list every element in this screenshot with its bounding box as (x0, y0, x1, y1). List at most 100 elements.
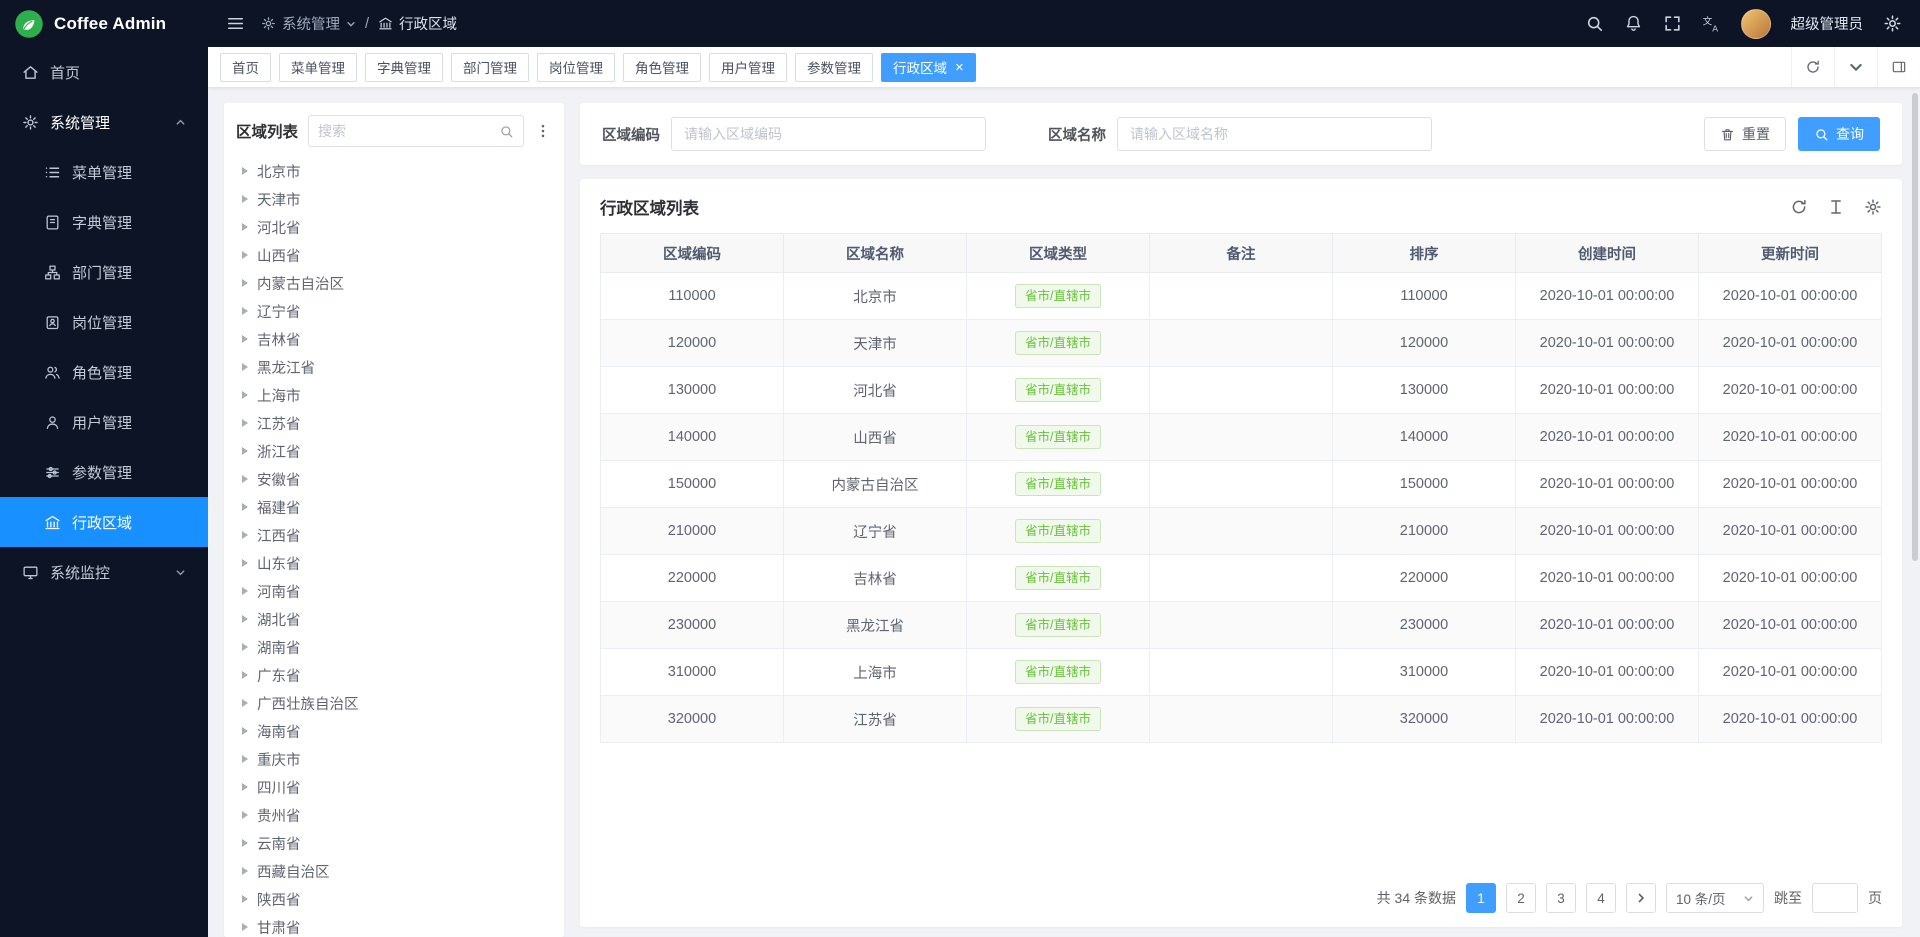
caret-right-icon[interactable] (242, 587, 248, 595)
tab-dept-mgmt[interactable]: 部门管理 (451, 53, 529, 82)
tree-node[interactable]: 河南省 (236, 577, 552, 605)
region-name-input[interactable] (1117, 117, 1432, 151)
tree-node[interactable]: 西藏自治区 (236, 857, 552, 885)
caret-right-icon[interactable] (242, 671, 248, 679)
page-scrollbar[interactable] (1910, 87, 1920, 937)
sidebar-group-system[interactable]: 系统管理 (0, 97, 208, 147)
content-fullscreen-button[interactable] (1877, 47, 1920, 87)
caret-right-icon[interactable] (242, 923, 248, 931)
refresh-icon[interactable] (1790, 198, 1808, 216)
caret-right-icon[interactable] (242, 475, 248, 483)
tree-node[interactable]: 广西壮族自治区 (236, 689, 552, 717)
translate-icon[interactable]: 文A (1702, 14, 1721, 33)
caret-right-icon[interactable] (242, 167, 248, 175)
tree-node[interactable]: 湖北省 (236, 605, 552, 633)
caret-right-icon[interactable] (242, 839, 248, 847)
tree-node[interactable]: 贵州省 (236, 801, 552, 829)
next-page-button[interactable] (1626, 883, 1656, 913)
gear-icon[interactable] (1883, 14, 1902, 33)
sidebar-item-post-mgmt[interactable]: 岗位管理 (0, 297, 208, 347)
tree-node[interactable]: 天津市 (236, 185, 552, 213)
tree-node[interactable]: 甘肃省 (236, 913, 552, 937)
caret-right-icon[interactable] (242, 643, 248, 651)
tree-node[interactable]: 山东省 (236, 549, 552, 577)
tree-node[interactable]: 四川省 (236, 773, 552, 801)
tree-node[interactable]: 安徽省 (236, 465, 552, 493)
bell-icon[interactable] (1624, 14, 1643, 33)
tree-node[interactable]: 江西省 (236, 521, 552, 549)
caret-right-icon[interactable] (242, 755, 248, 763)
tab-menu-mgmt[interactable]: 菜单管理 (279, 53, 357, 82)
tree-node[interactable]: 山西省 (236, 241, 552, 269)
tree-node[interactable]: 辽宁省 (236, 297, 552, 325)
tree-node[interactable]: 河北省 (236, 213, 552, 241)
tree-node[interactable]: 黑龙江省 (236, 353, 552, 381)
sidebar-item-dict-mgmt[interactable]: 字典管理 (0, 197, 208, 247)
page-button-4[interactable]: 4 (1586, 883, 1616, 913)
caret-right-icon[interactable] (242, 811, 248, 819)
caret-right-icon[interactable] (242, 447, 248, 455)
close-icon[interactable]: × (955, 60, 964, 75)
tab-role-mgmt[interactable]: 角色管理 (623, 53, 701, 82)
caret-right-icon[interactable] (242, 223, 248, 231)
tab-home[interactable]: 首页 (220, 53, 271, 82)
page-button-2[interactable]: 2 (1506, 883, 1536, 913)
caret-right-icon[interactable] (242, 699, 248, 707)
caret-right-icon[interactable] (242, 363, 248, 371)
page-button-3[interactable]: 3 (1546, 883, 1576, 913)
tree-node[interactable]: 江苏省 (236, 409, 552, 437)
tree-search-input[interactable] (318, 123, 493, 139)
caret-right-icon[interactable] (242, 895, 248, 903)
sidebar-item-dept-mgmt[interactable]: 部门管理 (0, 247, 208, 297)
reset-button[interactable]: 重置 (1704, 117, 1786, 151)
sidebar-item-user-mgmt[interactable]: 用户管理 (0, 397, 208, 447)
caret-right-icon[interactable] (242, 307, 248, 315)
tab-dict-mgmt[interactable]: 字典管理 (365, 53, 443, 82)
sidebar-group-monitor[interactable]: 系统监控 (0, 547, 208, 597)
tree-node[interactable]: 云南省 (236, 829, 552, 857)
sidebar-item-home[interactable]: 首页 (0, 47, 208, 97)
search-icon[interactable] (1585, 14, 1604, 33)
page-size-select[interactable]: 10 条/页 (1666, 883, 1764, 913)
tree-node[interactable]: 内蒙古自治区 (236, 269, 552, 297)
caret-right-icon[interactable] (242, 503, 248, 511)
caret-right-icon[interactable] (242, 615, 248, 623)
caret-right-icon[interactable] (242, 727, 248, 735)
caret-right-icon[interactable] (242, 867, 248, 875)
sidebar-item-menu-mgmt[interactable]: 菜单管理 (0, 147, 208, 197)
caret-right-icon[interactable] (242, 251, 248, 259)
caret-right-icon[interactable] (242, 335, 248, 343)
tree-node[interactable]: 湖南省 (236, 633, 552, 661)
query-button[interactable]: 查询 (1798, 117, 1880, 151)
caret-right-icon[interactable] (242, 559, 248, 567)
page-button-1[interactable]: 1 (1466, 883, 1496, 913)
jump-page-input[interactable] (1812, 883, 1858, 913)
tab-region[interactable]: 行政区域 × (881, 53, 976, 82)
kebab-menu-icon[interactable] (534, 122, 552, 140)
tree-node[interactable]: 陕西省 (236, 885, 552, 913)
refresh-tab-button[interactable] (1791, 47, 1834, 87)
user-name[interactable]: 超级管理员 (1791, 13, 1864, 34)
tree-node[interactable]: 吉林省 (236, 325, 552, 353)
caret-right-icon[interactable] (242, 783, 248, 791)
caret-right-icon[interactable] (242, 195, 248, 203)
menu-collapse-icon[interactable] (226, 14, 245, 33)
scrollbar-thumb[interactable] (1912, 93, 1918, 561)
sidebar-item-role-mgmt[interactable]: 角色管理 (0, 347, 208, 397)
tab-param-mgmt[interactable]: 参数管理 (795, 53, 873, 82)
sidebar-item-region[interactable]: 行政区域 (0, 497, 208, 547)
tab-user-mgmt[interactable]: 用户管理 (709, 53, 787, 82)
caret-right-icon[interactable] (242, 531, 248, 539)
tree-node[interactable]: 广东省 (236, 661, 552, 689)
tree-node[interactable]: 重庆市 (236, 745, 552, 773)
tab-post-mgmt[interactable]: 岗位管理 (537, 53, 615, 82)
app-logo[interactable]: Coffee Admin (0, 0, 208, 47)
fullscreen-icon[interactable] (1663, 14, 1682, 33)
column-height-icon[interactable] (1827, 198, 1845, 216)
search-icon[interactable] (499, 124, 514, 139)
tab-options-button[interactable] (1834, 47, 1877, 87)
caret-right-icon[interactable] (242, 279, 248, 287)
sidebar-item-param-mgmt[interactable]: 参数管理 (0, 447, 208, 497)
tree-node[interactable]: 海南省 (236, 717, 552, 745)
tree-node[interactable]: 福建省 (236, 493, 552, 521)
